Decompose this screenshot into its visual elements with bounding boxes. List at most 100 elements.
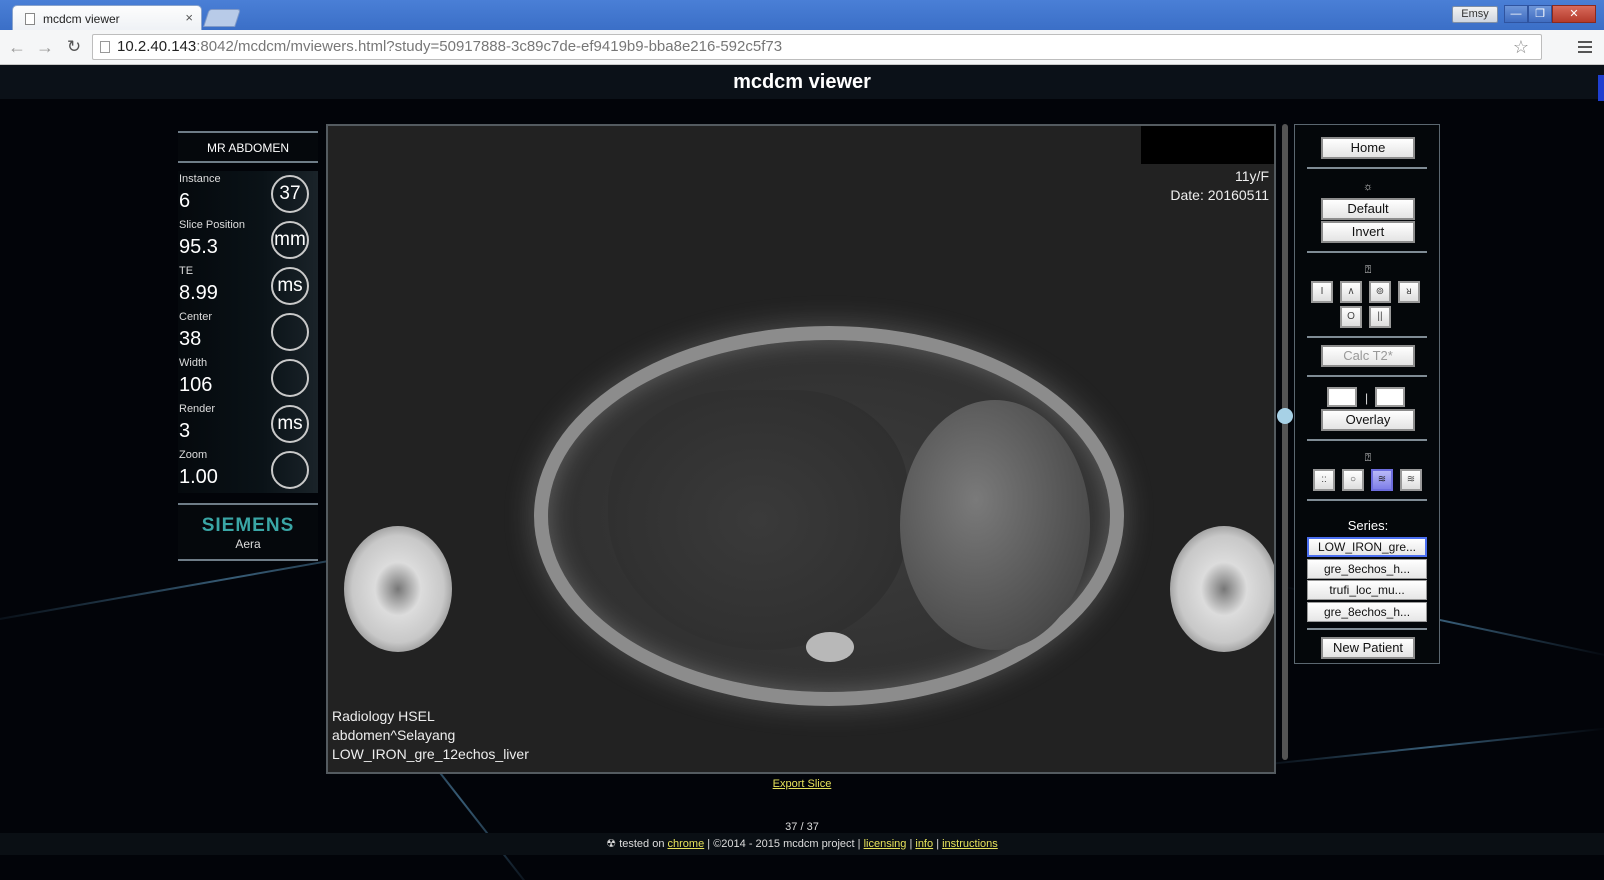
viewer-page: mcdcm viewer MR ABDOMEN Instance 6 37 Sl… [0,65,1604,880]
image-viewport[interactable]: 11y/F Date: 20160511 Radiology HSEL abdo… [326,124,1276,774]
url-path: :8042/mcdcm/mviewers.html?study=50917888… [196,38,783,55]
study-date: Date: 20160511 [1170,187,1269,203]
url-host: 10.2.40.143 [117,38,197,55]
mode-wave-button[interactable]: ≋ [1371,469,1393,491]
anonymized-box [1141,126,1274,164]
new-patient-button[interactable]: New Patient [1321,637,1415,659]
tool-o-button[interactable]: O [1340,306,1362,328]
window-close-icon[interactable]: ✕ [1552,5,1596,23]
page-title: mcdcm viewer [0,65,1604,99]
restore-icon[interactable]: ❐ [1528,5,1552,23]
footer-separator: | [909,838,913,850]
stat-instance: Instance 6 37 [178,171,318,217]
page-icon [100,41,110,53]
stat-render: Render 3 ms [178,401,318,447]
mri-spleen [900,400,1090,650]
tool-i-button[interactable]: I [1311,281,1333,303]
stat-label: Render [179,403,216,415]
info-panel: MR ABDOMEN Instance 6 37 Slice Position … [178,131,318,561]
institution: Radiology HSEL [332,708,435,724]
minimize-icon[interactable]: — [1504,5,1528,23]
overlay-min-input[interactable] [1327,387,1357,407]
browser-toolbar: ← → ↻ 10.2.40.143:8042/mcdcm/mviewers.ht… [0,30,1604,65]
series-item[interactable]: gre_8echos_h... [1307,602,1427,622]
tools-group-icon: ⍰ [1364,264,1372,276]
chrome-link[interactable]: chrome [668,838,705,850]
mode-wave-alt-button[interactable]: ≋ [1400,469,1422,491]
study-description: abdomen^Selayang [332,727,456,743]
radiation-icon: ☢ [606,838,617,850]
mode-group-icon: ⍰ [1364,452,1372,464]
slice-slider-thumb[interactable] [1277,408,1293,424]
export-slice-link[interactable]: Export Slice [0,778,1604,790]
stat-value: 1.00 [179,466,218,488]
series-label: Series: [1347,518,1389,533]
divider [1307,375,1427,377]
tool-r-button[interactable]: ᴚ [1398,281,1420,303]
address-bar[interactable]: 10.2.40.143:8042/mcdcm/mviewers.html?stu… [92,34,1542,60]
stat-label: Center [179,311,213,323]
user-badge[interactable]: Emsy [1452,6,1498,23]
tool-pause-button[interactable]: || [1369,306,1391,328]
divider [1307,167,1427,169]
reload-icon[interactable]: ↻ [63,36,85,58]
back-arrow-icon[interactable]: ← [6,36,28,58]
slice-slider-track[interactable] [1282,124,1288,760]
stat-label: Width [179,357,208,369]
invert-button[interactable]: Invert [1321,221,1415,243]
tool-target-button[interactable]: ⊚ [1369,281,1391,303]
stat-label: Zoom [179,449,208,461]
input-separator: | [1365,391,1369,405]
mri-liver [608,390,908,650]
overlay-top-right: 11y/F Date: 20160511 [1170,167,1269,205]
mode-grid-button[interactable]: :: [1313,469,1335,491]
brightness-icon: ☼ [1362,181,1374,193]
series-item[interactable]: trufi_loc_mu... [1307,580,1427,600]
mri-arm-left [344,526,452,652]
home-button[interactable]: Home [1321,137,1415,159]
divider [1307,251,1427,253]
browser-menu-icon[interactable] [1578,41,1592,53]
default-button[interactable]: Default [1321,198,1415,220]
browser-tab[interactable]: mcdcm viewer × [12,5,202,31]
footer-separator: | [936,838,940,850]
series-item[interactable]: LOW_IRON_gre... [1307,537,1427,557]
footer-tested-on: tested on [619,838,665,850]
instructions-link[interactable]: instructions [942,838,998,850]
licensing-link[interactable]: licensing [864,838,907,850]
series-item[interactable]: gre_8echos_h... [1307,559,1427,579]
footer: ☢ tested on chrome | ©2014 - 2015 mcdcm … [0,833,1604,855]
mode-cycle-button[interactable]: ○ [1342,469,1364,491]
tool-up-button[interactable]: ∧ [1340,281,1362,303]
stat-ring: ms [271,267,309,305]
overlay-button[interactable]: Overlay [1321,409,1415,431]
study-title: MR ABDOMEN [178,131,318,163]
divider [1307,439,1427,441]
stat-value: 3 [179,420,191,442]
stat-label: TE [179,265,194,277]
mri-body-section [534,326,1124,706]
overlay-bottom-left: Radiology HSEL abdomen^Selayang LOW_IRON… [332,707,529,764]
stat-ring: 37 [271,175,309,213]
info-link[interactable]: info [915,838,933,850]
vendor-block: SIEMENS Aera [178,503,318,561]
overlay-max-input[interactable] [1375,387,1405,407]
mri-spine [806,632,854,662]
stat-width: Width 106 [178,355,318,401]
slice-counter: 37 / 37 [785,821,819,833]
stat-label: Instance [179,173,221,185]
new-tab-button[interactable] [203,9,241,27]
forward-arrow-icon[interactable]: → [34,36,56,58]
calc-t2-button[interactable]: Calc T2* [1321,345,1415,367]
stat-ring [271,451,309,489]
footer-separator: | [857,838,861,850]
stat-ring: mm [271,221,309,259]
bookmark-star-icon[interactable]: ☆ [1513,35,1529,59]
background-streak [1249,727,1604,767]
controls-panel: Home ☼ Default Invert ⍰ I ∧ ⊚ ᴚ O || Cal… [1294,124,1440,664]
footer-separator: | [707,838,711,850]
tab-close-icon[interactable]: × [185,10,193,25]
patient-age-sex: 11y/F [1235,168,1269,184]
edge-marker [1598,75,1604,101]
series-description: LOW_IRON_gre_12echos_liver [332,746,529,762]
